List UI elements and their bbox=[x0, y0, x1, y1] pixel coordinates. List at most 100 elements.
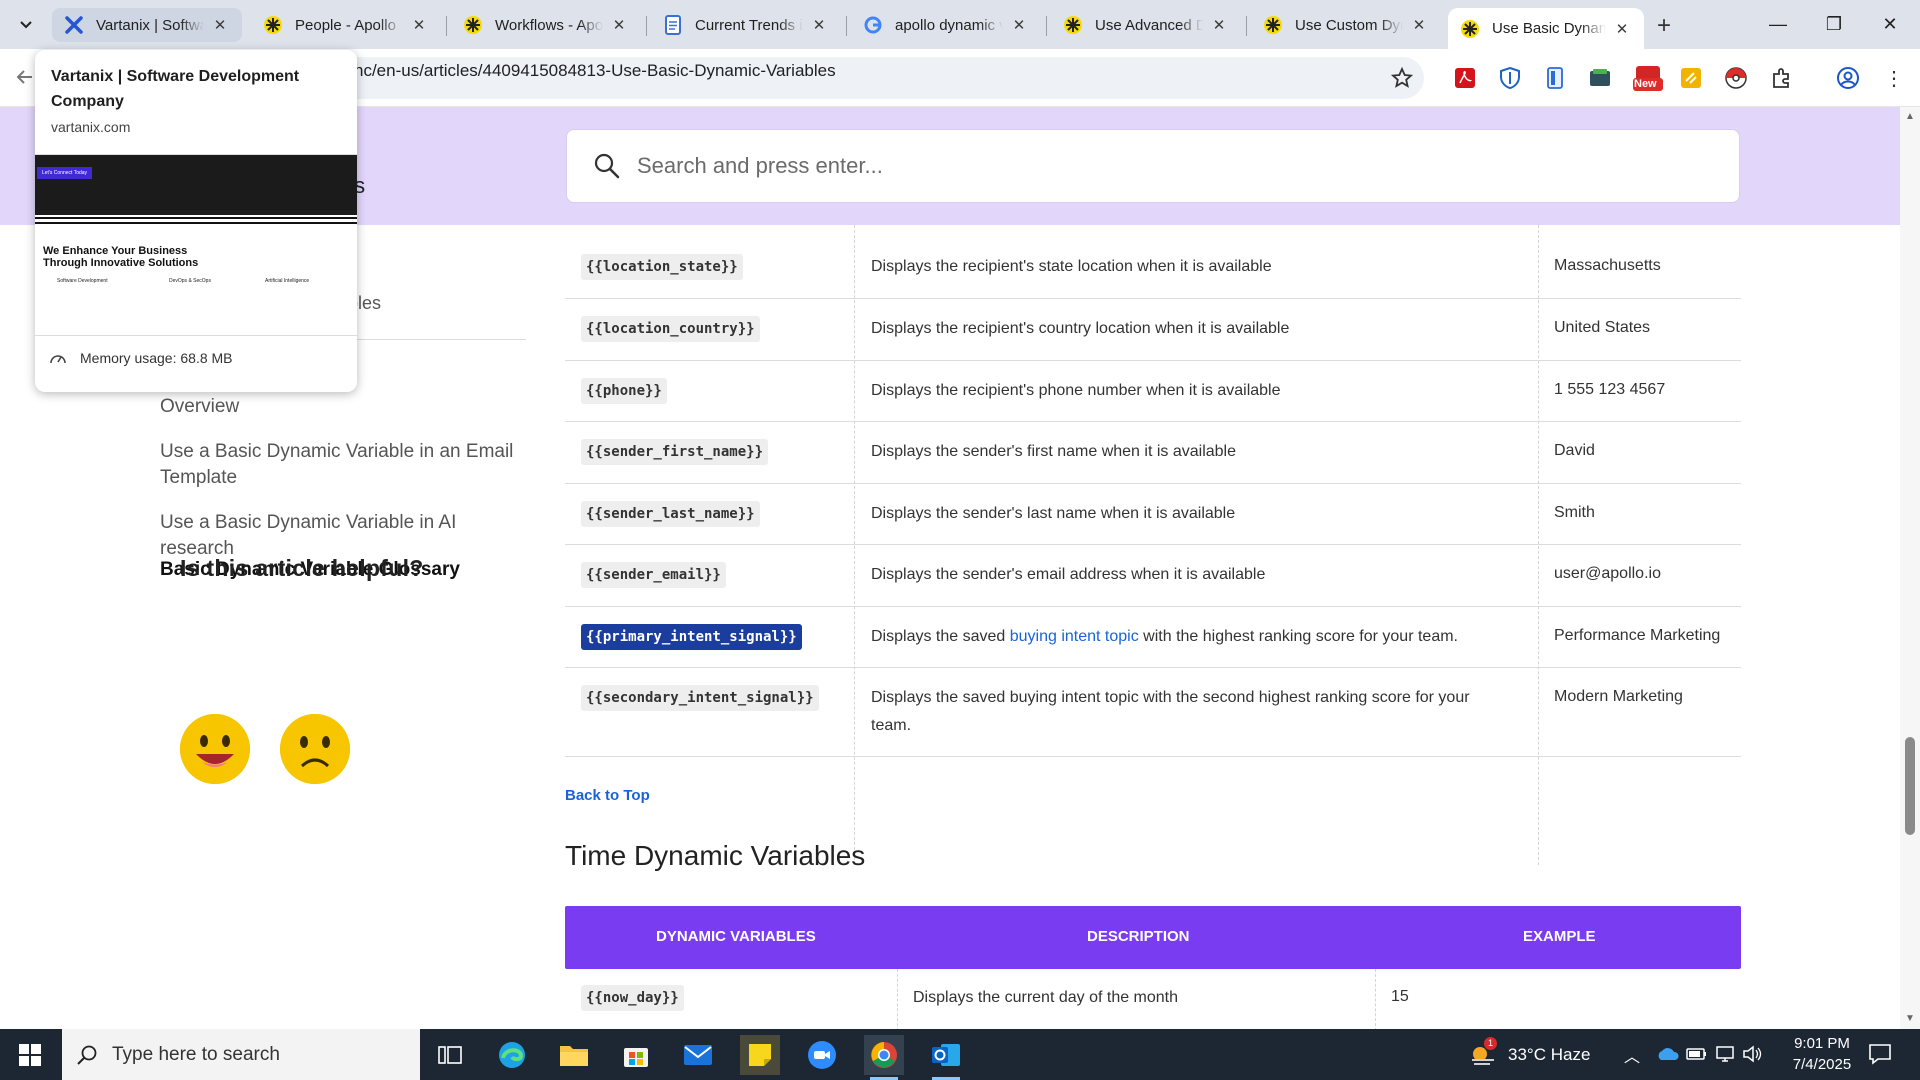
close-icon[interactable]: ✕ bbox=[1612, 19, 1632, 39]
onedrive-icon[interactable] bbox=[1656, 1046, 1680, 1062]
store-app[interactable] bbox=[616, 1035, 656, 1075]
close-window-button[interactable]: ✕ bbox=[1862, 0, 1918, 48]
close-icon[interactable]: ✕ bbox=[409, 15, 429, 35]
variable-description: Displays the recipient's phone number wh… bbox=[871, 382, 1281, 399]
tab-people-apollo[interactable]: People - Apollo ✕ bbox=[251, 8, 441, 42]
network-icon[interactable] bbox=[1714, 1045, 1736, 1063]
tab-google-search[interactable]: apollo dynamic variables ✕ bbox=[851, 8, 1041, 42]
variable-code[interactable]: {{location_state}} bbox=[581, 254, 743, 280]
helpful-question: Is this article helpful? bbox=[180, 555, 424, 581]
close-icon[interactable]: ✕ bbox=[609, 15, 629, 35]
outlook-app[interactable] bbox=[926, 1035, 966, 1080]
page-scrollbar[interactable]: ▲ ▼ bbox=[1900, 107, 1920, 1029]
toc-item-overview[interactable]: Overview bbox=[160, 394, 530, 420]
scrollbar-thumb[interactable] bbox=[1905, 737, 1915, 835]
variable-description: Displays the current day of the month bbox=[913, 989, 1179, 1006]
variable-example: David bbox=[1554, 442, 1595, 459]
puzzle-icon bbox=[1773, 68, 1789, 88]
clock-date[interactable]: 7/4/2025 bbox=[1782, 1056, 1862, 1073]
variable-code[interactable]: {{sender_last_name}} bbox=[581, 501, 760, 527]
clock-time[interactable]: 9:01 PM bbox=[1786, 1035, 1858, 1052]
tab-use-basic[interactable]: Use Basic Dynamic ✕ bbox=[1448, 8, 1644, 49]
apollo-icon bbox=[1063, 15, 1083, 35]
back-to-top-link[interactable]: Back to Top bbox=[565, 787, 650, 804]
task-view-button[interactable] bbox=[430, 1035, 470, 1075]
close-icon[interactable]: ✕ bbox=[809, 15, 829, 35]
acrobat-icon bbox=[1455, 68, 1475, 88]
restore-button[interactable]: ❐ bbox=[1806, 0, 1862, 48]
search-input[interactable] bbox=[637, 153, 1739, 179]
browser-menu-button[interactable]: ⋮ bbox=[1880, 64, 1908, 92]
pokeball-extension[interactable] bbox=[1722, 64, 1750, 92]
variable-example: 15 bbox=[1391, 988, 1409, 1005]
variable-code[interactable]: {{secondary_intent_signal}} bbox=[581, 685, 819, 711]
variable-code[interactable]: {{sender_email}} bbox=[581, 562, 726, 588]
new-tab-button[interactable]: + bbox=[1650, 12, 1678, 40]
volume-icon[interactable] bbox=[1742, 1045, 1764, 1063]
close-icon[interactable]: ✕ bbox=[1009, 15, 1029, 35]
column-divider bbox=[1375, 969, 1376, 1029]
variable-example: Modern Marketing bbox=[1554, 688, 1683, 705]
variable-description: Displays the sender's first name when it… bbox=[871, 443, 1236, 460]
extensions-button[interactable] bbox=[1768, 64, 1796, 92]
tab-vartanix[interactable]: Vartanix | Software Development Company … bbox=[52, 8, 242, 42]
tab-workflows-apollo[interactable]: Workflows - Apollo ✕ bbox=[451, 8, 641, 42]
toc-item-email-template[interactable]: Use a Basic Dynamic Variable in an Email… bbox=[160, 439, 530, 491]
minimize-button[interactable]: — bbox=[1750, 0, 1806, 48]
notification-center-icon[interactable] bbox=[1868, 1043, 1892, 1065]
help-search-box[interactable] bbox=[566, 129, 1740, 203]
weather-text[interactable]: 33°C Haze bbox=[1508, 1045, 1590, 1065]
variable-code[interactable]: {{phone}} bbox=[581, 378, 667, 404]
url-text[interactable]: hc/en-us/articles/4409415084813-Use-Basi… bbox=[354, 61, 836, 81]
variable-description: Displays the saved buying intent topic w… bbox=[871, 623, 1511, 651]
profile-button[interactable] bbox=[1834, 64, 1862, 92]
chrome-app[interactable] bbox=[864, 1035, 904, 1080]
search-icon bbox=[77, 1045, 97, 1065]
variable-code[interactable]: {{sender_first_name}} bbox=[581, 439, 769, 465]
variable-code[interactable]: {{now_day}} bbox=[581, 985, 684, 1011]
battery-icon[interactable] bbox=[1686, 1046, 1708, 1062]
buying-intent-topic-link[interactable]: buying intent topic bbox=[1010, 628, 1139, 645]
tab-current-trends[interactable]: Current Trends in ✕ bbox=[651, 8, 841, 42]
variable-example: user@apollo.io bbox=[1554, 565, 1661, 582]
tab-use-advanced[interactable]: Use Advanced Dynamic ✕ bbox=[1051, 8, 1241, 42]
variable-description: Displays the saved buying intent topic w… bbox=[871, 689, 1470, 734]
happy-face-button[interactable] bbox=[180, 714, 250, 784]
taskbar-search[interactable]: Type here to search bbox=[62, 1029, 420, 1080]
edge-app[interactable] bbox=[492, 1035, 532, 1075]
back-button[interactable] bbox=[14, 66, 36, 93]
shield-icon bbox=[1500, 67, 1520, 89]
table-row: {{primary_intent_signal}} Displays the s… bbox=[565, 607, 1741, 668]
wallet-extension[interactable] bbox=[1586, 64, 1614, 92]
weather-widget[interactable]: 1 bbox=[1468, 1037, 1497, 1073]
hover-card-memory: Memory usage: 68.8 MB bbox=[80, 350, 233, 366]
new-extension[interactable]: New bbox=[1631, 64, 1665, 92]
tab-search-button[interactable] bbox=[12, 12, 40, 38]
acrobat-extension[interactable] bbox=[1451, 64, 1479, 92]
document-extension[interactable] bbox=[1541, 64, 1569, 92]
start-button[interactable] bbox=[0, 1029, 60, 1080]
tab-use-custom[interactable]: Use Custom Dynamic ✕ bbox=[1251, 8, 1441, 42]
close-icon[interactable]: ✕ bbox=[1409, 15, 1429, 35]
sad-face-button[interactable] bbox=[280, 714, 350, 784]
table-row: {{sender_email}} Displays the sender's e… bbox=[565, 545, 1741, 607]
close-icon[interactable]: ✕ bbox=[1209, 15, 1229, 35]
mail-app[interactable] bbox=[678, 1035, 718, 1075]
table-row: {{location_country}} Displays the recipi… bbox=[565, 299, 1741, 361]
close-icon[interactable]: ✕ bbox=[210, 15, 230, 35]
bookmark-star-button[interactable] bbox=[1388, 64, 1416, 92]
zoom-app[interactable] bbox=[802, 1035, 842, 1075]
variable-description: Displays the recipient's country locatio… bbox=[871, 320, 1290, 337]
sticky-notes-app[interactable] bbox=[740, 1035, 780, 1075]
file-explorer-app[interactable] bbox=[554, 1035, 594, 1075]
scroll-down-icon[interactable]: ▼ bbox=[1905, 1013, 1915, 1024]
profile-icon bbox=[1837, 67, 1859, 89]
variable-code[interactable]: {{location_country}} bbox=[581, 316, 760, 342]
yellow-extension[interactable] bbox=[1677, 64, 1705, 92]
variable-code-selected[interactable]: {{primary_intent_signal}} bbox=[581, 624, 802, 650]
chevron-up-icon[interactable]: ︿ bbox=[1624, 1043, 1640, 1067]
tab-title: apollo dynamic variables bbox=[895, 16, 1003, 34]
shield-extension[interactable] bbox=[1496, 64, 1524, 92]
tab-separator bbox=[1246, 16, 1247, 36]
scroll-up-icon[interactable]: ▲ bbox=[1905, 111, 1915, 122]
